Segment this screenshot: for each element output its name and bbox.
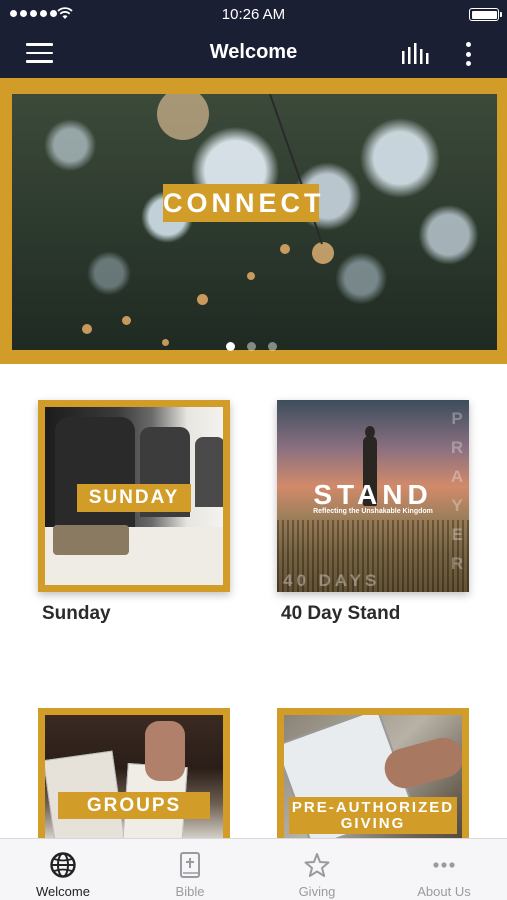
card-caption-40-day-stand: 40 Day Stand	[281, 603, 401, 624]
card-label-giving-line1: PRE-AUTHORIZED	[291, 799, 455, 816]
hero-label: CONNECT	[163, 184, 321, 222]
tab-label: About Us	[417, 884, 471, 899]
tab-welcome[interactable]: Welcome	[0, 839, 126, 900]
card-40-day-stand[interactable]: STAND Reflecting the Unshakable Kingdom …	[277, 400, 469, 592]
card-sublabel-stand: Reflecting the Unshakable Kingdom	[313, 508, 433, 515]
card-groups[interactable]: GROUPS	[38, 708, 230, 838]
hero-pager[interactable]	[226, 342, 277, 351]
page-title: Welcome	[209, 41, 298, 63]
card-caption-sunday: Sunday	[42, 603, 111, 624]
battery-icon	[469, 8, 502, 21]
card-label-groups: GROUPS	[58, 792, 210, 819]
card-pre-authorized-giving[interactable]: PRE-AUTHORIZED GIVING	[277, 708, 469, 838]
more-vertical-icon[interactable]	[462, 40, 474, 68]
hero-banner[interactable]: CONNECT	[0, 78, 507, 364]
card-side-prayer: PRAYER	[450, 409, 464, 573]
tab-bible[interactable]: Bible	[127, 839, 253, 900]
card-label-giving-line2: GIVING	[340, 815, 406, 832]
pager-dot[interactable]	[226, 342, 235, 351]
card-label-stand: STAND	[313, 479, 433, 510]
star-icon	[304, 853, 330, 877]
card-label-giving: PRE-AUTHORIZED GIVING	[289, 797, 457, 834]
card-label-sunday: SUNDAY	[77, 484, 191, 512]
ellipsis-icon	[433, 862, 455, 868]
card-sunday[interactable]: SUNDAY	[38, 400, 230, 592]
tab-bar: Welcome Bible Giving About Us	[0, 838, 507, 900]
nav-bar: Welcome	[0, 28, 507, 78]
hero-image	[12, 94, 497, 350]
tab-about-us[interactable]: About Us	[381, 839, 507, 900]
status-bar: 10:26 AM	[0, 0, 507, 28]
globe-icon	[50, 852, 76, 878]
tab-label: Welcome	[36, 884, 90, 899]
audio-bars-icon[interactable]	[400, 42, 430, 64]
status-time: 10:26 AM	[221, 6, 286, 23]
tab-label: Giving	[298, 884, 336, 899]
card-image	[45, 715, 223, 838]
bible-icon	[180, 852, 200, 878]
tab-label: Bible	[175, 884, 205, 899]
hero-string	[269, 94, 323, 245]
tab-giving[interactable]: Giving	[254, 839, 380, 900]
pager-dot[interactable]	[247, 342, 256, 351]
card-overlay-40-days: 40 DAYS	[283, 571, 381, 590]
pager-dot[interactable]	[268, 342, 277, 351]
